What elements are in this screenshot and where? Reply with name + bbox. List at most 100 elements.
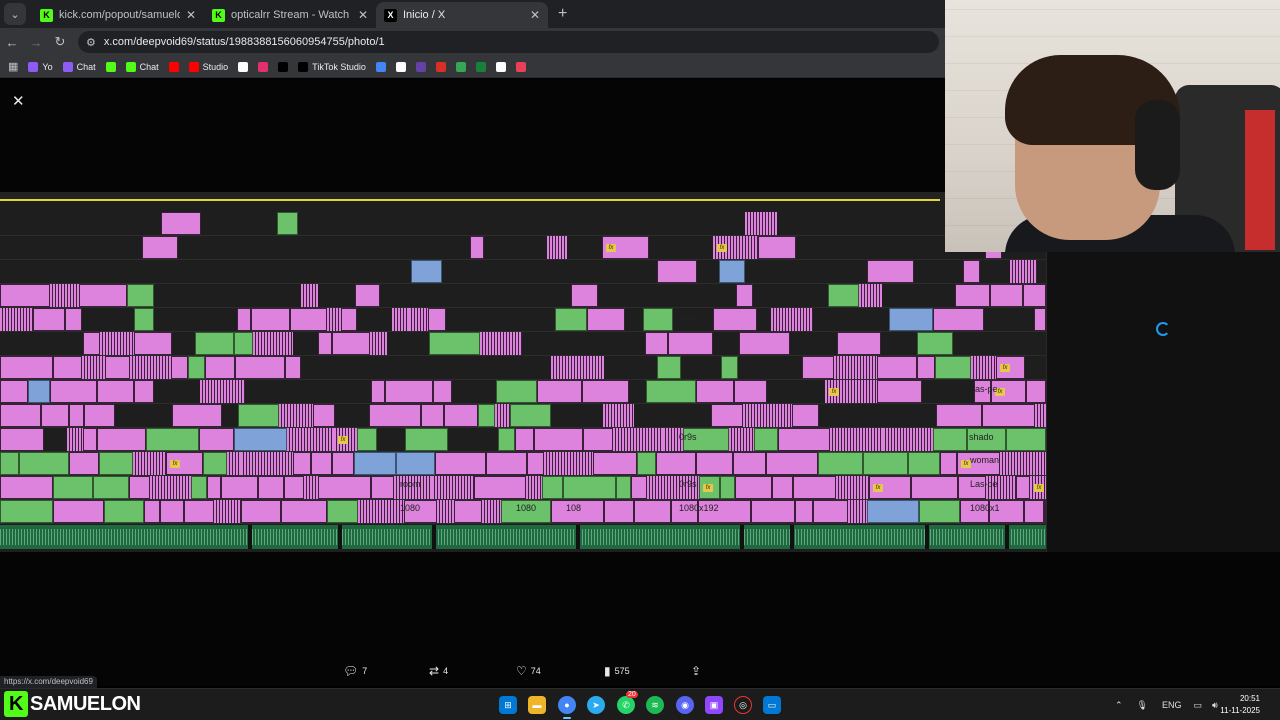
bookmark-item[interactable] <box>105 61 116 72</box>
track-divider <box>0 283 1046 284</box>
timeline-clip <box>834 356 877 379</box>
timeline-clip <box>837 332 881 355</box>
spotify-icon[interactable]: ≋ <box>646 696 664 714</box>
timeline-clip <box>935 356 971 379</box>
timeline-clip <box>385 380 433 403</box>
tab-search-button[interactable]: ⌄ <box>4 3 26 25</box>
timeline-clip <box>877 356 917 379</box>
timeline-clip <box>19 452 69 475</box>
timeline-clip <box>281 500 327 523</box>
bookmark-item[interactable] <box>238 61 249 72</box>
bookmark-item[interactable]: Chat <box>125 61 159 72</box>
system-clock[interactable]: 20:51 11-11-2025 <box>1220 693 1260 717</box>
chevron-up-icon[interactable]: ⌃ <box>1115 700 1123 711</box>
like-button[interactable]: ♡ 74 <box>516 664 541 678</box>
fx-badge-icon: fx <box>717 244 727 252</box>
address-bar[interactable]: ⚙ x.com/deepvoid69/status/19883881560609… <box>78 31 939 53</box>
timeline-clip <box>802 356 834 379</box>
close-icon[interactable]: ✕ <box>12 92 25 110</box>
views-button[interactable]: ▮ 575 <box>604 664 630 678</box>
timeline-clip <box>634 500 671 523</box>
timeline-clip <box>813 500 848 523</box>
close-tab-icon[interactable]: ✕ <box>530 8 540 22</box>
timeline-clip <box>0 428 44 451</box>
timeline-clip <box>751 500 795 523</box>
repost-button[interactable]: ⇄ 4 <box>429 664 448 678</box>
clip-label: 0r9s <box>679 479 697 489</box>
browser-toolbar: ← → ↻ ⚙ x.com/deepvoid69/status/19883881… <box>0 28 945 56</box>
tab-opticalrr[interactable]: K opticalrr Stream - Watch Live o ✕ <box>204 2 376 28</box>
reload-icon[interactable]: ↻ <box>48 34 72 50</box>
discord-icon[interactable]: ◉ <box>676 696 694 714</box>
bookmark-item[interactable]: TikTok Studio <box>298 61 366 72</box>
app-icon[interactable]: ▣ <box>705 696 723 714</box>
close-tab-icon[interactable]: ✕ <box>186 8 196 22</box>
timeline-clip <box>100 332 134 355</box>
bookmark-item[interactable]: Studio <box>188 61 228 72</box>
streamer-logo: K SAMUELON <box>4 691 141 717</box>
bookmark-item[interactable]: Yo <box>28 61 53 72</box>
side-panel <box>1046 252 1280 552</box>
language-indicator[interactable]: ENG <box>1162 700 1182 710</box>
timeline-clip <box>563 476 616 499</box>
timeline-clip <box>526 476 542 499</box>
timeline-clip <box>736 284 753 307</box>
timeline-clip <box>1006 428 1046 451</box>
bookmark-item[interactable]: Chat <box>62 61 96 72</box>
new-tab-button[interactable]: + <box>558 5 567 23</box>
timeline-clip <box>41 404 69 427</box>
reply-button[interactable]: 💬︎ 7 <box>343 664 367 678</box>
close-tab-icon[interactable]: ✕ <box>358 8 368 22</box>
timeline-clip <box>357 428 377 451</box>
bookmark-item[interactable] <box>495 61 506 72</box>
share-button[interactable]: ⇪ <box>691 664 701 678</box>
forward-icon[interactable]: → <box>24 35 48 50</box>
timeline-clip <box>82 356 105 379</box>
timeline-clip <box>542 476 563 499</box>
bookmark-favicon-icon <box>28 61 39 72</box>
bookmark-item[interactable] <box>258 61 269 72</box>
bookmark-item[interactable] <box>475 61 486 72</box>
apps-icon[interactable]: ▦ <box>8 60 18 73</box>
timeline-clip <box>544 452 593 475</box>
timeline-clip <box>105 356 130 379</box>
back-icon[interactable]: ← <box>0 35 24 50</box>
clip-label: Adju <box>680 313 699 323</box>
bookmark-item[interactable] <box>455 61 466 72</box>
site-info-icon[interactable]: ⚙ <box>86 36 96 49</box>
fx-badge-icon: fx <box>1034 484 1044 492</box>
bookmark-favicon-icon <box>188 61 199 72</box>
volume-icon[interactable]: 🔊︎ <box>1212 700 1218 711</box>
bookmark-item[interactable] <box>375 61 386 72</box>
timeline-clip <box>743 404 792 427</box>
window-icon[interactable]: ▭ <box>763 696 781 714</box>
bookmark-item[interactable] <box>395 61 406 72</box>
bookmark-item[interactable] <box>278 61 289 72</box>
timeline-clip <box>134 332 172 355</box>
chrome-icon[interactable]: ● <box>558 696 576 719</box>
tab-kick-chat[interactable]: K kick.com/popout/samuelon/cha ✕ <box>32 2 204 28</box>
bookmark-item[interactable] <box>168 61 179 72</box>
timeline-clip <box>657 356 681 379</box>
timeline-image: fx fx fx fx fx fx fx fx fx fx fx Adju Las-pe 0r9s … <box>0 192 1046 552</box>
timeline-clip <box>369 404 421 427</box>
timeline-clip <box>911 476 958 499</box>
windows-start-icon[interactable]: ⊞ <box>499 696 517 714</box>
timeline-clip <box>877 380 922 403</box>
timeline-clip <box>571 284 598 307</box>
fx-badge-icon: fx <box>829 388 839 396</box>
bookmark-item[interactable] <box>415 61 426 72</box>
timeline-clip <box>982 404 1035 427</box>
telegram-icon[interactable]: ➤ <box>587 696 605 714</box>
clip-label: 108 <box>566 503 582 513</box>
whatsapp-icon[interactable]: ✆ <box>617 696 635 714</box>
timeline-clip <box>955 284 990 307</box>
bookmark-item[interactable] <box>515 61 526 72</box>
bookmark-item[interactable] <box>435 61 446 72</box>
timeline-clip <box>83 332 100 355</box>
obs-icon[interactable]: ◎ <box>734 696 752 714</box>
network-icon[interactable]: ▭ <box>1194 700 1203 711</box>
file-explorer-icon[interactable]: ▬ <box>528 696 546 714</box>
tab-x-home[interactable]: X Inicio / X ✕ <box>376 2 548 28</box>
microphone-icon[interactable]: 🎙︎ <box>1137 700 1148 711</box>
